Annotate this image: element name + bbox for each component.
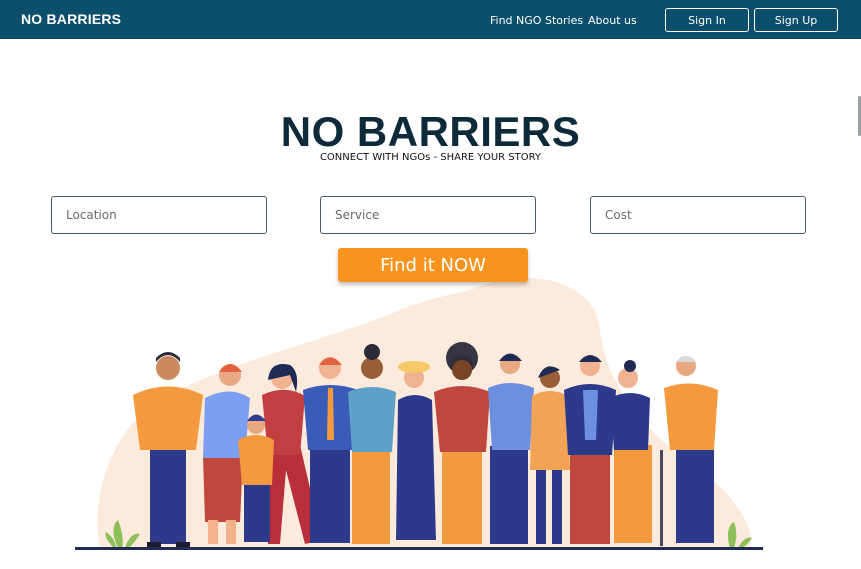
- person-4: [303, 357, 358, 543]
- people-group-illustration: [75, 278, 763, 550]
- sign-up-button[interactable]: Sign Up: [754, 8, 838, 32]
- nav-link-find-ngo[interactable]: Find NGO: [490, 14, 541, 27]
- plant-right: [727, 522, 752, 548]
- brand-logo[interactable]: NO BARRIERS: [21, 11, 121, 27]
- top-navbar: NO BARRIERS Find NGO Stories About us Si…: [0, 0, 861, 39]
- location-input[interactable]: [51, 196, 267, 234]
- page-title: NO BARRIERS: [280, 108, 581, 155]
- person-child: [238, 414, 274, 542]
- ground-line: [75, 547, 763, 550]
- background-blob: [97, 278, 751, 548]
- person-6: [396, 361, 436, 540]
- person-8: [488, 353, 534, 544]
- person-11: [610, 360, 652, 543]
- nav-link-about-us[interactable]: About us: [588, 14, 637, 27]
- person-9: [530, 366, 570, 544]
- plant-left: [105, 520, 140, 548]
- find-it-now-button[interactable]: Find it NOW: [338, 248, 528, 282]
- sign-in-button[interactable]: Sign In: [665, 8, 749, 32]
- page-subtitle: CONNECT WITH NGOs - SHARE YOUR STORY: [319, 152, 542, 163]
- person-10: [564, 355, 616, 544]
- person-3: [262, 364, 322, 544]
- person-2: [203, 364, 250, 544]
- person-1: [133, 352, 203, 548]
- service-input[interactable]: [320, 196, 536, 234]
- person-12: [660, 356, 718, 546]
- cost-input[interactable]: [590, 196, 806, 234]
- person-7: [434, 342, 490, 544]
- person-5: [348, 344, 396, 544]
- nav-link-stories[interactable]: Stories: [545, 14, 583, 27]
